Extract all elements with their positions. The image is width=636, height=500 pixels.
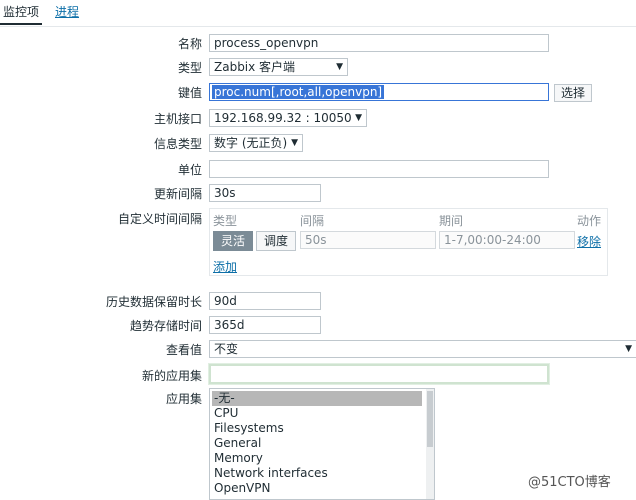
applications-listbox[interactable]: -无- CPU Filesystems General Memory Netwo… [209,388,435,500]
name-input[interactable]: process_openvpn [209,34,549,52]
application-option[interactable]: OpenVPN [210,481,434,496]
type-select[interactable]: Zabbix 客户端 [209,58,348,76]
update-interval-input[interactable]: 30s [209,184,321,202]
tab-bar: 监控项 进程 [0,0,636,27]
show-value-select-value: 不变 [214,342,239,356]
col-type-header: 类型 [213,214,238,228]
show-value-label: 查看值 [165,343,202,357]
interface-select[interactable]: 192.168.99.32 : 10050 [209,109,367,127]
interval-input[interactable]: 50s [300,231,436,249]
col-action-header: 动作 [577,214,602,228]
scrollbar-thumb[interactable] [427,391,433,447]
history-label: 历史数据保留时长 [105,295,202,309]
show-value-select[interactable]: 不变 [209,340,636,358]
key-label: 键值 [177,86,202,100]
application-option[interactable]: CPU [210,406,434,421]
info-type-select[interactable]: 数字 (无正负) [209,134,303,152]
history-input[interactable]: 90d [209,292,321,310]
watermark-text: @51CTO博客 [528,475,611,490]
custom-intervals-label: 自定义时间间隔 [117,212,202,226]
period-input[interactable]: 1-7,00:00-24:00 [439,231,575,249]
interface-label: 主机接口 [153,112,202,126]
remove-interval-link[interactable]: 移除 [577,233,601,250]
trends-label: 趋势存储时间 [129,319,202,333]
tab-processes[interactable]: 进程 [52,3,82,23]
col-period-header: 期间 [439,214,464,228]
type-select-value: Zabbix 客户端 [214,60,296,74]
flexible-toggle[interactable]: 灵活 [213,231,254,251]
info-type-select-value: 数字 (无正负) [214,136,288,150]
application-option[interactable]: -无- [212,391,422,406]
application-option[interactable]: Memory [210,451,434,466]
info-type-label: 信息类型 [153,137,202,151]
new-application-input[interactable] [209,364,549,384]
key-input[interactable]: proc.num[,root,all,openvpn] [209,83,549,101]
update-interval-label: 更新间隔 [153,187,202,201]
listbox-scrollbar[interactable] [426,389,434,499]
applications-label: 应用集 [165,392,202,406]
units-input[interactable] [209,160,549,178]
units-label: 单位 [177,163,202,177]
name-label: 名称 [177,37,202,51]
interface-select-value: 192.168.99.32 : 10050 [214,111,352,125]
application-option[interactable]: Filesystems [210,421,434,436]
new-application-label: 新的应用集 [141,369,202,383]
tab-items[interactable]: 监控项 [0,3,43,25]
application-option[interactable]: General [210,436,434,451]
add-interval-link[interactable]: 添加 [213,258,237,275]
application-option[interactable]: Network interfaces [210,466,434,481]
col-interval-header: 间隔 [300,214,325,228]
type-label: 类型 [177,61,202,75]
trends-input[interactable]: 365d [209,316,321,334]
scheduling-toggle[interactable]: 调度 [256,231,297,251]
custom-intervals-table: 类型 间隔 期间 动作 灵活 调度 50s 1-7,00:00-24:00 移除… [209,208,608,276]
key-input-value: proc.num[,root,all,openvpn] [212,85,385,99]
select-key-button[interactable]: 选择 [554,84,593,102]
